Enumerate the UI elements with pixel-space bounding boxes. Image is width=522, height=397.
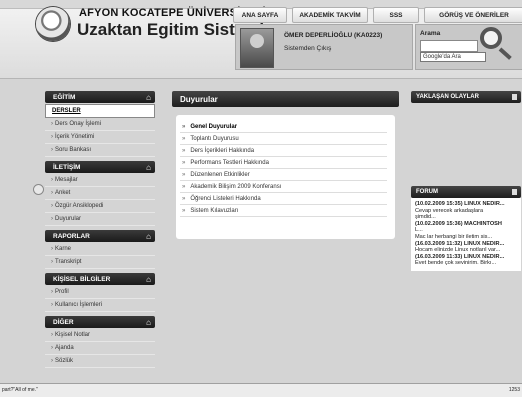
sidebar: EĞİTİM ⌂ DERSLER Ders Onay İşlemi İçerik…: [45, 91, 155, 368]
nav-home[interactable]: ANA SAYFA: [233, 7, 287, 23]
section-title: KİŞİSEL BİLGİLER: [53, 275, 111, 283]
sidebar-item-agenda[interactable]: Ajanda: [45, 342, 155, 355]
sidebar-section-other[interactable]: DİĞER ⌂: [45, 316, 155, 328]
events-header: YAKLAŞAN OLAYLAR: [411, 91, 521, 103]
panel-title: Duyurular: [172, 91, 399, 107]
forum-line[interactable]: (10.02.2009 15:36) MACHINTOSH: [415, 221, 518, 228]
events-body: [411, 103, 521, 178]
sidebar-item-transcript[interactable]: Transkript: [45, 256, 155, 269]
sidebar-item-survey[interactable]: Anket: [45, 187, 155, 200]
panel-icon[interactable]: [512, 189, 517, 195]
sidebar-section-education[interactable]: EĞİTİM ⌂: [45, 91, 155, 103]
section-title: DİĞER: [53, 318, 74, 326]
announcement-link[interactable]: Performans Testleri Hakkında: [180, 157, 387, 169]
forum-line[interactable]: (10.02.2009 15:35) LINUX NEDİR...: [415, 201, 518, 208]
sidebar-item-messages[interactable]: Mesajlar: [45, 174, 155, 187]
forum-title: FORUM: [416, 189, 438, 195]
right-column: YAKLAŞAN OLAYLAR FORUM (10.02.2009 15:35…: [411, 91, 521, 271]
sidebar-item-dictionary[interactable]: Sözlük: [45, 355, 155, 368]
forum-line: L...: [415, 227, 423, 234]
sidebar-item-encyclopedia[interactable]: Özgür Ansiklopedi: [45, 200, 155, 213]
status-right: 1253: [508, 387, 520, 393]
magnifier-icon: [480, 27, 502, 49]
google-search-button[interactable]: Google'da Ara: [420, 52, 486, 62]
forum-body: (10.02.2009 15:35) LINUX NEDİR... Cevap …: [411, 198, 521, 271]
user-photo: [240, 28, 274, 68]
announcement-link[interactable]: Öğrenci Listeleri Hakkında: [180, 193, 387, 205]
user-panel: ÖMER DEPERLİOĞLU (KA0223) Sistemden Çıkı…: [235, 24, 413, 70]
forum-header: FORUM: [411, 186, 521, 198]
announcement-link[interactable]: Ders İçerikleri Hakkında: [180, 145, 387, 157]
user-name: ÖMER DEPERLİOĞLU (KA0223): [284, 32, 383, 39]
section-title: İLETİŞİM: [53, 163, 81, 171]
nav-academic-calendar[interactable]: AKADEMİK TAKVİM: [292, 7, 368, 23]
search-input[interactable]: [420, 40, 478, 52]
nav-faq[interactable]: SSS: [373, 7, 419, 23]
announcement-list: Genel Duyurular Toplantı Duyurusu Ders İ…: [176, 115, 395, 239]
announcement-link[interactable]: Genel Duyurular: [180, 121, 387, 133]
sidebar-item-profile[interactable]: Profil: [45, 286, 155, 299]
nav-feedback[interactable]: GÖRÜŞ VE ÖNERİLER: [424, 7, 522, 23]
home-icon: ⌂: [146, 317, 151, 327]
browser-status-bar: part?"All of me." 1253: [0, 383, 522, 397]
sidebar-item-personal-notes[interactable]: Kişisel Notlar: [45, 329, 155, 342]
section-title: RAPORLAR: [53, 232, 90, 240]
page-header: AFYON KOCATEPE ÜNİVERSİTESİ Uzaktan Egit…: [0, 0, 522, 79]
forum-line: Hocam elinizde Linux notlarıl var...: [415, 247, 501, 254]
panel-icon[interactable]: [512, 94, 517, 100]
sidebar-section-communication[interactable]: İLETİŞİM ⌂: [45, 161, 155, 173]
announcement-link[interactable]: Toplantı Duyurusu: [180, 133, 387, 145]
search-label: Arama: [420, 30, 441, 37]
collapse-toggle[interactable]: [33, 184, 44, 195]
sidebar-item-report-card[interactable]: Karne: [45, 243, 155, 256]
status-text: part?"All of me.": [2, 387, 38, 393]
forum-line: şimdid...: [415, 214, 436, 221]
university-logo-icon: [36, 7, 70, 41]
events-title: YAKLAŞAN OLAYLAR: [416, 94, 479, 100]
main-area: EĞİTİM ⌂ DERSLER Ders Onay İşlemi İçerik…: [0, 79, 522, 383]
home-icon: ⌂: [146, 231, 151, 241]
sidebar-item-course-approval[interactable]: Ders Onay İşlemi: [45, 118, 155, 131]
logout-link[interactable]: Sistemden Çıkış: [284, 45, 331, 52]
announcements-panel: Duyurular Genel Duyurular Toplantı Duyur…: [172, 91, 399, 239]
sidebar-item-content-management[interactable]: İçerik Yönetimi: [45, 131, 155, 144]
forum-line: Mac lar herbangi bir iletim sis...: [415, 233, 493, 240]
forum-panel: FORUM (10.02.2009 15:35) LINUX NEDİR... …: [411, 186, 521, 271]
magnifier-handle: [498, 47, 512, 60]
sidebar-section-personal-info[interactable]: KİŞİSEL BİLGİLER ⌂: [45, 273, 155, 285]
sidebar-item-courses[interactable]: DERSLER: [45, 104, 155, 118]
forum-line[interactable]: (16.03.2009 11:32) LINUX NEDİR...: [415, 241, 518, 248]
sidebar-section-reports[interactable]: RAPORLAR ⌂: [45, 230, 155, 242]
home-icon: ⌂: [146, 92, 151, 102]
sidebar-item-question-bank[interactable]: Soru Bankası: [45, 144, 155, 157]
search-panel: Arama Google'da Ara: [415, 24, 522, 70]
home-icon: ⌂: [146, 274, 151, 284]
forum-line: Evet bende çok sevinirim. Birkı...: [415, 260, 497, 267]
sidebar-item-announcements[interactable]: Duyurular: [45, 213, 155, 226]
forum-line[interactable]: (16.03.2009 11:33) LINUX NEDİR...: [415, 254, 518, 261]
announcement-link[interactable]: Akademik Bilişim 2009 Konferansı: [180, 181, 387, 193]
announcement-link[interactable]: Sistem Kılavuzları: [180, 205, 387, 217]
home-icon: ⌂: [146, 162, 151, 172]
forum-line: Cevap verecek arkadaşlara: [415, 207, 484, 214]
announcement-link[interactable]: Düzenlenen Etkinlikler: [180, 169, 387, 181]
section-title: EĞİTİM: [53, 93, 76, 101]
sidebar-item-user-operations[interactable]: Kullanıcı İşlemleri: [45, 299, 155, 312]
